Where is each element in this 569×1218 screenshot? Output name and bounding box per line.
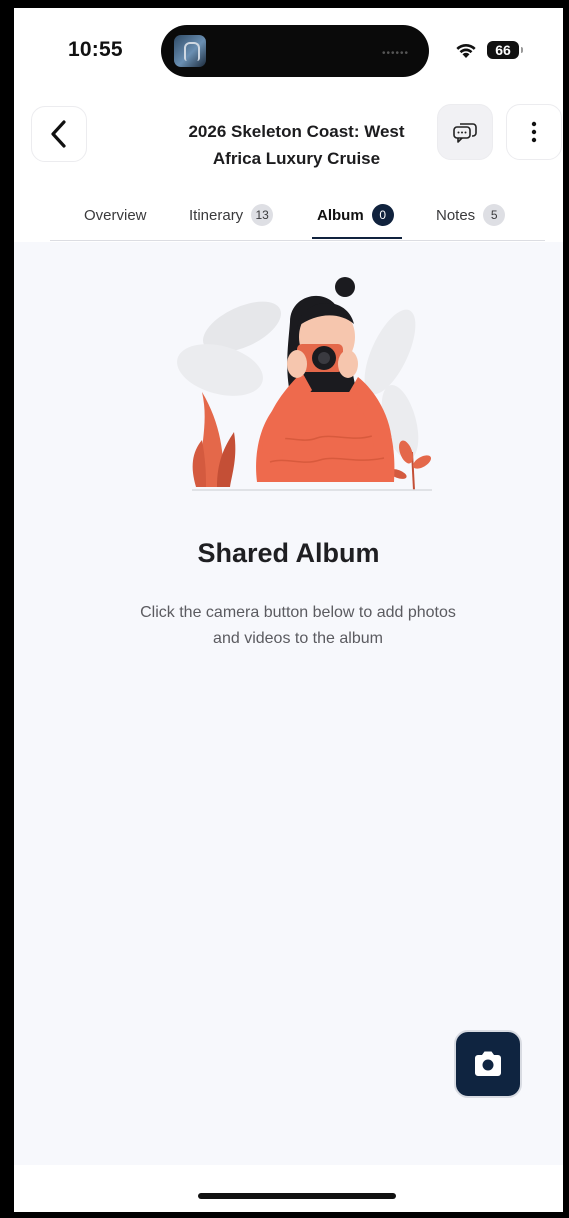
page-title-line2: Africa Luxury Cruise [212, 149, 381, 168]
tab-overview[interactable]: Overview [84, 204, 147, 226]
back-button[interactable] [31, 106, 87, 162]
home-indicator [198, 1193, 396, 1199]
tab-itinerary-label: Itinerary [189, 206, 244, 224]
tab-album-count-badge: 0 [371, 204, 394, 226]
photographer-illustration [177, 277, 432, 491]
active-tab-indicator [312, 237, 402, 239]
island-activity-dots: •••••• [381, 48, 409, 59]
tab-itinerary-count-badge: 13 [251, 204, 274, 226]
dynamic-island: •••••• [161, 25, 429, 77]
tab-overview-label: Overview [84, 206, 147, 224]
tab-bar: Overview Itinerary 13 Album 0 Notes 5 [50, 194, 545, 241]
camera-button[interactable] [454, 1030, 522, 1098]
tab-notes-count-badge: 5 [483, 204, 506, 226]
empty-state-title: Shared Album [197, 538, 380, 568]
battery-indicator: 66 [487, 41, 523, 59]
album-content: Shared Album Click the camera button bel… [14, 242, 563, 1165]
page-title: 2026 Skeleton Coast: West Africa Luxury … [164, 118, 429, 172]
back-chevron-icon [51, 120, 66, 148]
app-screen: 10:55 •••••• 66 2026 Skeleton Coast: Wes… [14, 8, 563, 1212]
more-vertical-icon [531, 121, 537, 143]
more-options-button[interactable] [506, 104, 562, 160]
status-time: 10:55 [68, 38, 123, 61]
empty-state-description: Click the camera button below to add pho… [140, 604, 456, 647]
tab-notes-label: Notes [436, 206, 476, 224]
tab-itinerary[interactable]: Itinerary 13 [189, 204, 274, 226]
now-playing-thumbnail [174, 35, 206, 67]
tab-notes[interactable]: Notes 5 [436, 204, 506, 226]
wifi-icon [456, 43, 476, 58]
camera-icon [475, 1051, 501, 1076]
tab-album-label: Album [317, 206, 364, 224]
page-title-line1: 2026 Skeleton Coast: West [188, 122, 405, 141]
chat-button[interactable] [437, 104, 493, 160]
tab-album[interactable]: Album 0 [317, 204, 394, 226]
chat-icon [453, 123, 477, 143]
